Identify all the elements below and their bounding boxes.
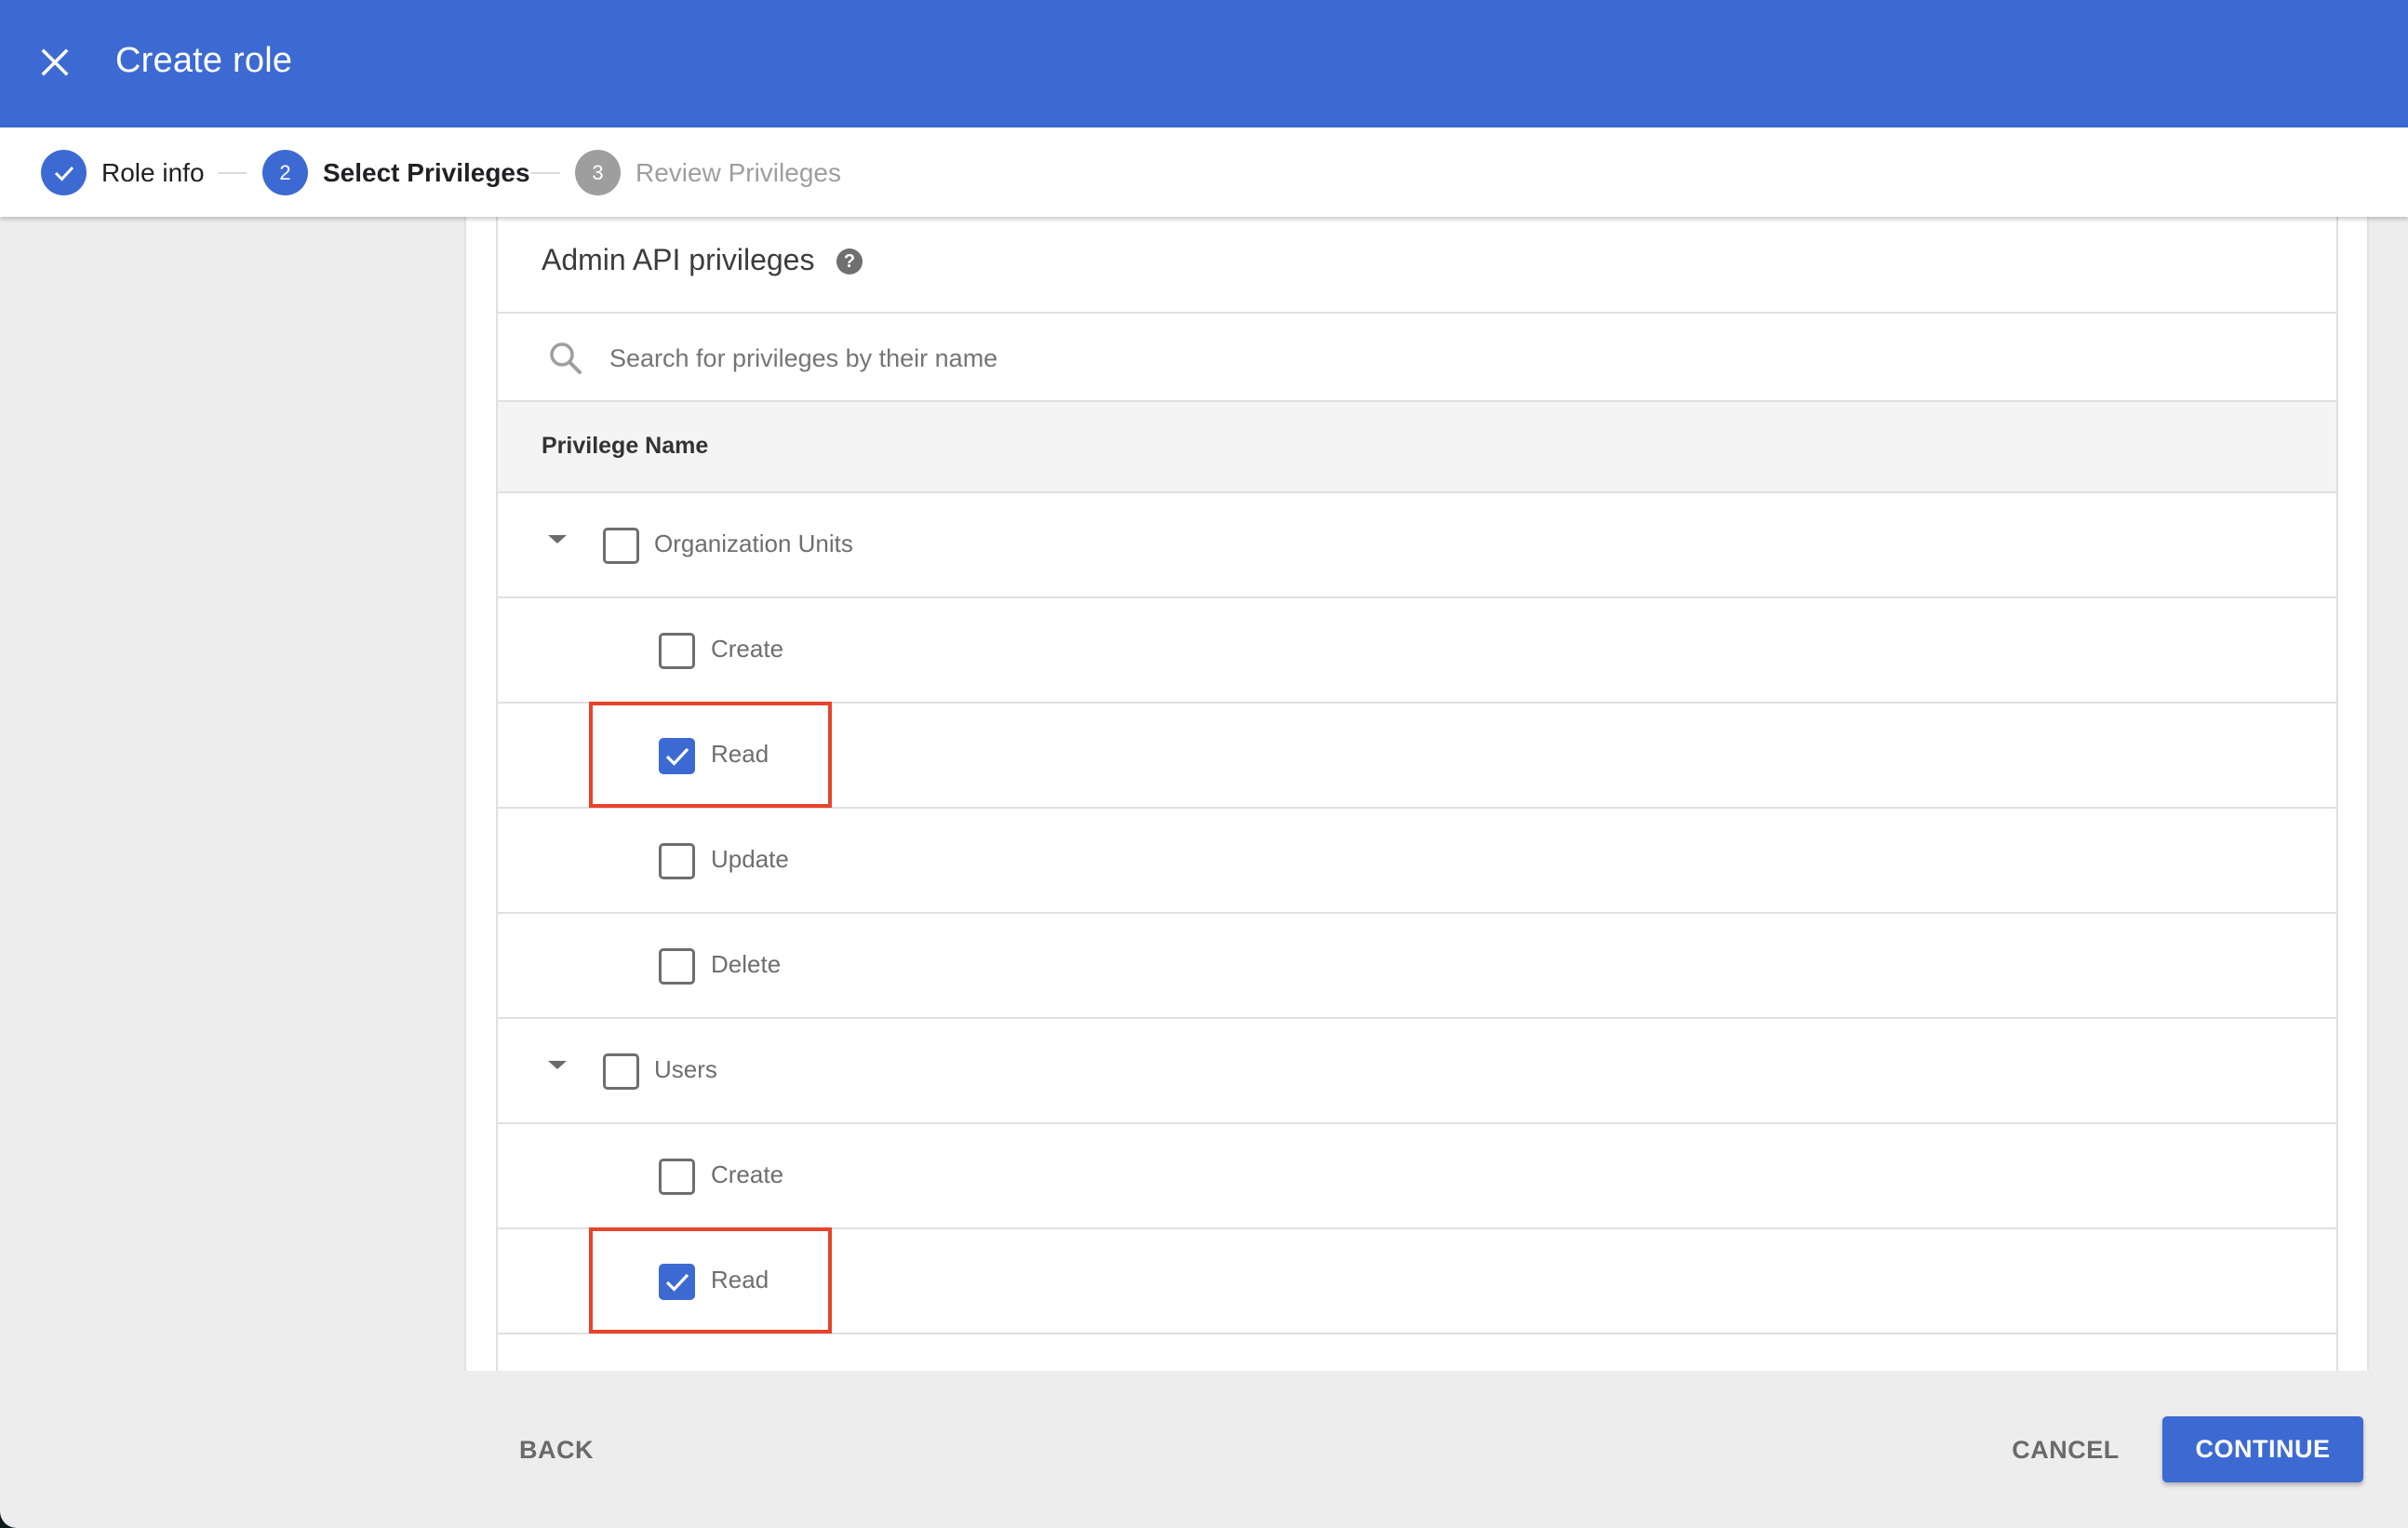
- cancel-button[interactable]: CANCEL: [2006, 1429, 2125, 1470]
- privilege-row: Read: [498, 702, 2336, 809]
- expand-arrow-icon[interactable]: [546, 535, 569, 548]
- card-header: Admin API privileges ?: [498, 217, 2336, 314]
- privilege-row: Update: [498, 809, 2336, 914]
- step-label: Select Privileges: [323, 157, 530, 187]
- privilege-checkbox[interactable]: [603, 1053, 639, 1090]
- privilege-row: Read: [498, 1227, 2336, 1334]
- close-button[interactable]: [35, 43, 74, 82]
- step-label: Review Privileges: [635, 157, 841, 187]
- privilege-label: Organization Units: [654, 529, 853, 557]
- privilege-row: Create: [498, 598, 2336, 704]
- step-completed-circle: [41, 150, 87, 195]
- search-bar: [498, 314, 2336, 402]
- page-title: Create role: [115, 41, 293, 80]
- back-button[interactable]: BACK: [510, 1429, 603, 1470]
- column-header-privilege-name: Privilege Name: [542, 433, 709, 459]
- privilege-checkbox[interactable]: [659, 843, 695, 879]
- privilege-label: Create: [711, 635, 784, 663]
- step-select-privileges[interactable]: 2 Select Privileges: [262, 150, 530, 195]
- privilege-row: [498, 1334, 2336, 1371]
- privilege-checkbox[interactable]: [659, 1264, 695, 1300]
- step-role-info[interactable]: Role info: [41, 150, 205, 195]
- step-connector: [218, 172, 247, 174]
- table-header: Privilege Name: [498, 402, 2336, 493]
- continue-button[interactable]: CONTINUE: [2162, 1416, 2363, 1482]
- privilege-label: Read: [711, 1266, 769, 1293]
- app-bar: Create role: [0, 0, 2408, 127]
- step-number-badge: 3: [575, 150, 621, 195]
- privilege-label: Update: [711, 845, 789, 873]
- search-input[interactable]: [609, 332, 2191, 384]
- privilege-label: Read: [711, 740, 769, 768]
- step-review-privileges[interactable]: 3 Review Privileges: [575, 150, 841, 195]
- privilege-group-row: Organization Units: [498, 493, 2336, 598]
- privilege-label: Delete: [711, 950, 782, 978]
- check-icon: [54, 166, 74, 181]
- privilege-checkbox[interactable]: [659, 948, 695, 985]
- privileges-card: Admin API privileges ? Privilege Name Or…: [496, 217, 2338, 1371]
- window-corner: [0, 1511, 17, 1528]
- privilege-label: Users: [654, 1055, 717, 1083]
- privilege-label: Create: [711, 1160, 784, 1188]
- privilege-row: Create: [498, 1124, 2336, 1229]
- privilege-checkbox[interactable]: [659, 738, 695, 774]
- close-icon: [41, 48, 69, 76]
- expand-arrow-icon[interactable]: [546, 1061, 569, 1074]
- card-title: Admin API privileges: [542, 243, 815, 276]
- step-number-badge: 2: [262, 150, 308, 195]
- help-icon[interactable]: ?: [836, 248, 863, 275]
- search-icon: [550, 342, 582, 374]
- privilege-row: Delete: [498, 914, 2336, 1019]
- stepper: Role info 2 Select Privileges 3 Review P…: [0, 127, 2408, 217]
- step-label: Role info: [101, 157, 205, 187]
- privilege-checkbox[interactable]: [659, 1159, 695, 1195]
- privilege-checkbox[interactable]: [603, 528, 639, 564]
- privilege-checkbox[interactable]: [659, 633, 695, 669]
- content-panel: Admin API privileges ? Privilege Name Or…: [464, 217, 2369, 1371]
- step-connector: [531, 172, 560, 174]
- privileges-list: Organization Units Create Read Update Delete…: [498, 493, 2336, 1371]
- check-icon: [665, 747, 689, 766]
- privilege-group-row: Users: [498, 1019, 2336, 1124]
- check-icon: [665, 1273, 689, 1292]
